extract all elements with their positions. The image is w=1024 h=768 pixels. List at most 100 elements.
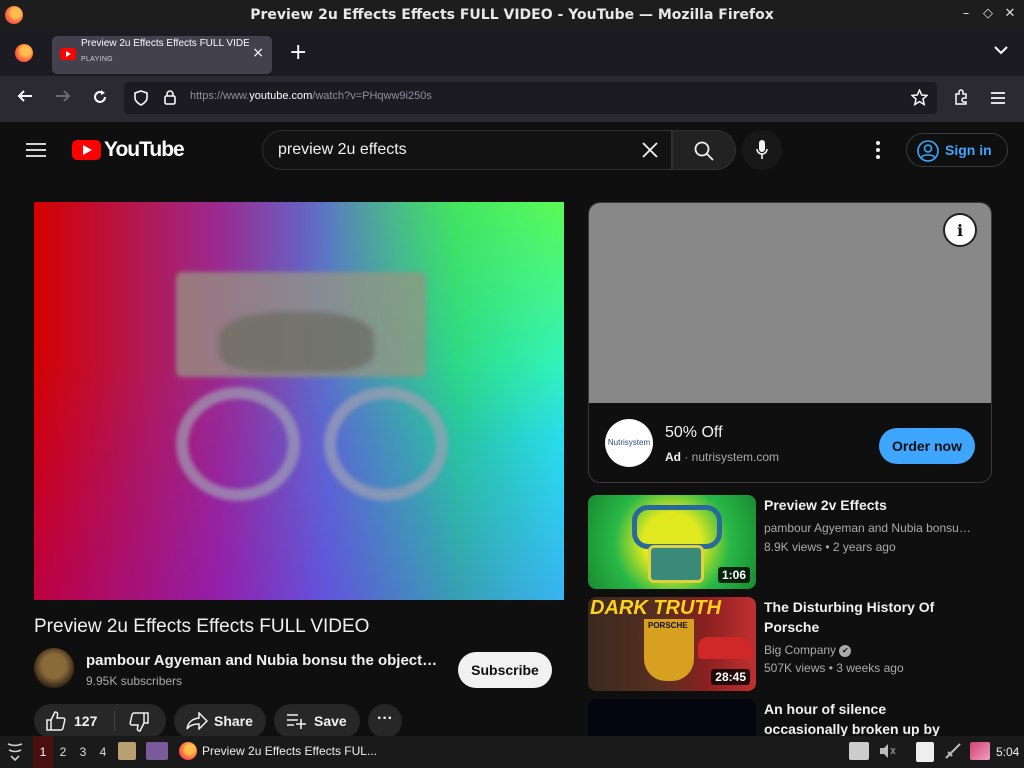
account-icon (917, 140, 939, 167)
video-duration: 28:45 (711, 669, 750, 685)
channel-name[interactable]: pambour Agyeman and Nubia bonsu the obje… (86, 652, 438, 669)
dislike-icon[interactable] (129, 712, 149, 737)
ad-title[interactable]: 50% Off (665, 424, 723, 442)
video-frame-shape (324, 387, 448, 501)
recommendation-channel[interactable]: Big Company ✔ (764, 643, 852, 657)
new-tab-button[interactable]: + (289, 40, 307, 65)
order-now-button[interactable]: Order now (879, 428, 975, 464)
clock: 5:04 (996, 745, 1020, 759)
like-dislike-group: 127 (34, 704, 166, 738)
like-count[interactable]: 127 (74, 713, 97, 729)
ad-card[interactable]: i Nutrisystem 50% Off Ad · nutrisystem.c… (588, 202, 992, 483)
youtube-logo-icon[interactable] (72, 140, 101, 160)
workspace-2[interactable]: 2 (53, 736, 73, 768)
recommendation-item[interactable]: DARK TRUTH PORSCHE 28:45 The Disturbing … (588, 597, 998, 691)
divider (114, 711, 115, 731)
guide-menu-icon[interactable] (26, 142, 46, 163)
network-icon[interactable] (944, 742, 962, 765)
url-text[interactable]: https://www.youtube.com/watch?v=PHqww9i2… (190, 90, 432, 102)
search-query[interactable]: preview 2u effects (278, 141, 407, 159)
extensions-icon[interactable] (953, 89, 969, 110)
thumbnail-shape (648, 545, 704, 583)
recommendation-meta: 507K views • 3 weeks ago (764, 661, 904, 675)
drive-icon[interactable] (849, 742, 869, 760)
list-all-tabs-icon[interactable] (994, 40, 1008, 60)
window-titlebar: Preview 2u Effects Effects FULL VIDEO - … (0, 0, 1024, 30)
ad-meta: Ad · nutrisystem.com (665, 450, 780, 464)
video-title: Preview 2u Effects Effects FULL VIDEO (34, 616, 370, 637)
tab-playing-label: PLAYING (81, 56, 113, 63)
bookmark-star-icon[interactable] (910, 88, 929, 111)
sign-in-label: Sign in (945, 142, 992, 158)
recommendation-title[interactable]: An hour of silence occasionally broken u… (764, 699, 974, 736)
video-frame-shape (176, 387, 300, 501)
more-actions-button[interactable]: ··· (368, 704, 402, 738)
terminal-icon[interactable] (146, 742, 168, 760)
share-label: Share (214, 713, 253, 729)
minimize-button[interactable]: – (958, 5, 974, 23)
app-launcher-icon[interactable] (5, 741, 25, 766)
taskbar-window-title[interactable]: Preview 2u Effects Effects FUL... (202, 744, 377, 758)
lock-icon[interactable] (164, 90, 176, 110)
recommendation-title[interactable]: Preview 2v Effects (764, 495, 974, 515)
recommendation-item[interactable]: 1:06 Preview 2v Effects pambour Agyeman … (588, 495, 998, 589)
window-title: Preview 2u Effects Effects FULL VIDEO - … (250, 7, 774, 23)
restore-button[interactable]: ◇ (980, 5, 996, 23)
volume-icon[interactable] (878, 742, 896, 765)
workspace-4[interactable]: 4 (93, 736, 113, 768)
reload-icon[interactable] (92, 89, 108, 110)
car-shape (698, 637, 752, 659)
verified-badge-icon: ✔ (839, 644, 852, 657)
youtube-wordmark[interactable]: YouTube (104, 138, 185, 162)
clipboard-icon[interactable] (916, 742, 934, 762)
channel-avatar[interactable] (34, 648, 74, 688)
sign-in-button[interactable]: Sign in (906, 133, 1008, 167)
app-tray-icon[interactable] (970, 742, 990, 760)
close-window-button[interactable]: ✕ (1002, 5, 1018, 23)
video-player[interactable] (34, 202, 564, 600)
file-manager-icon[interactable] (118, 742, 136, 760)
settings-more-icon[interactable] (875, 141, 881, 164)
voice-search-button[interactable] (742, 130, 782, 170)
like-icon[interactable] (46, 711, 66, 736)
thumbnail-shape (632, 505, 722, 549)
thumbnail-brand: PORSCHE (648, 621, 688, 630)
recommendation-channel[interactable]: pambour Agyeman and Nubia bonsu the obje… (764, 521, 974, 535)
url-bar[interactable]: https://www.youtube.com/watch?v=PHqww9i2… (124, 82, 937, 114)
share-icon (186, 711, 209, 735)
share-button[interactable]: Share (174, 704, 266, 738)
clear-search-icon[interactable] (641, 135, 665, 165)
video-thumbnail[interactable]: DARK TRUTH PORSCHE 28:45 (588, 597, 756, 691)
tab-close-button[interactable]: × (252, 45, 264, 61)
subscribe-button[interactable]: Subscribe (458, 652, 552, 688)
recommendation-title[interactable]: The Disturbing History Of Porsche (764, 597, 974, 637)
firefox-taskbar-icon[interactable] (179, 742, 197, 760)
search-input[interactable]: preview 2u effects (262, 130, 672, 170)
more-horizontal-icon: ··· (377, 710, 393, 727)
back-button[interactable] (16, 88, 34, 109)
workspace-1[interactable]: 1 (33, 736, 53, 768)
forward-button[interactable] (54, 88, 72, 109)
video-thumbnail[interactable]: 1:06 (588, 495, 756, 589)
firefox-icon (5, 6, 23, 24)
tracking-protection-shield-icon[interactable] (134, 90, 148, 111)
playlist-add-icon (286, 713, 306, 734)
subscriber-count: 9.95K subscribers (86, 674, 183, 688)
video-duration: 1:06 (717, 567, 750, 583)
video-thumbnail[interactable] (588, 699, 756, 736)
save-label: Save (314, 713, 347, 729)
app-menu-icon[interactable] (990, 90, 1006, 110)
search-button[interactable] (672, 130, 736, 170)
firefox-view-icon[interactable] (15, 44, 33, 62)
video-frame-shape (219, 312, 374, 372)
recommendation-item[interactable]: An hour of silence occasionally broken u… (588, 699, 998, 736)
search-icon (694, 141, 714, 166)
youtube-favicon-icon (60, 48, 76, 60)
save-button[interactable]: Save (274, 704, 360, 738)
advertiser-logo[interactable]: Nutrisystem (605, 419, 653, 467)
video-frame-gradient (34, 202, 564, 600)
workspace-3[interactable]: 3 (73, 736, 93, 768)
ad-media[interactable] (589, 203, 991, 403)
browser-tab-active[interactable]: Preview 2u Effects Effects FULL VIDEO - … (52, 36, 272, 74)
ad-info-icon[interactable]: i (943, 213, 977, 247)
